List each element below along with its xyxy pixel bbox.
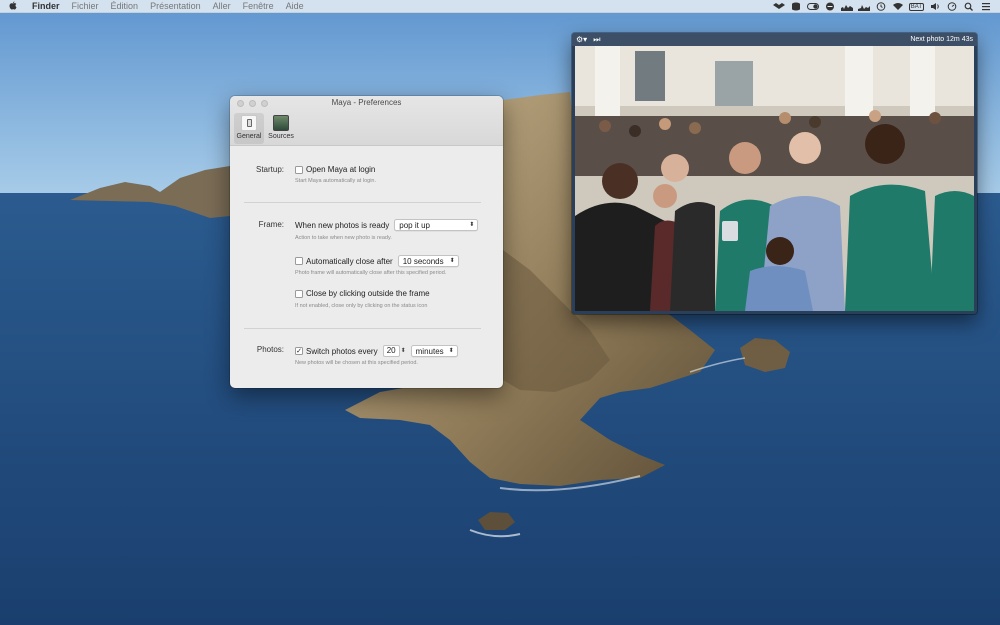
toggle-icon[interactable] xyxy=(806,2,819,11)
click-outside-help: If not enabled, close only by clicking o… xyxy=(295,303,428,309)
switch-photos-label: Switch photos every xyxy=(306,346,378,356)
apple-logo-icon[interactable] xyxy=(0,1,26,12)
auto-close-popup[interactable]: 10 seconds ⬍ xyxy=(397,255,459,267)
tab-sources[interactable]: Sources xyxy=(266,113,296,144)
interval-unit-value: minutes xyxy=(415,346,444,356)
tab-general-label: General xyxy=(236,133,262,140)
switch-photos-row: ✓ Switch photos every 20 ⬍ minutes ⬍ xyxy=(295,345,458,357)
new-photos-popup[interactable]: pop it up ⬍ xyxy=(394,219,479,231)
click-outside-row[interactable]: Close by clicking outside the frame xyxy=(295,289,430,298)
photo-toolbar: ⚙▾ ⏭ Next photo 12m 43s xyxy=(572,33,977,46)
new-photos-value: pop it up xyxy=(399,220,430,230)
open-login-row[interactable]: Open Maya at login xyxy=(295,165,375,174)
divider xyxy=(244,328,481,329)
prefs-body: Startup: Open Maya at login Start Maya a… xyxy=(230,146,503,388)
auto-close-help: Photo frame will automatically close aft… xyxy=(295,270,447,276)
menu-app-finder[interactable]: Finder xyxy=(26,0,66,13)
prefs-toolbar: General Sources xyxy=(234,113,296,144)
open-login-checkbox[interactable] xyxy=(295,165,303,174)
keyboard-icon[interactable] xyxy=(824,2,836,11)
click-outside-label: Close by clicking outside the frame xyxy=(306,289,430,298)
photo-image[interactable] xyxy=(575,46,974,311)
auto-close-label: Automatically close after xyxy=(306,256,393,266)
chevron-updown-icon: ⬍ xyxy=(448,348,454,354)
battery-label: BAT xyxy=(908,2,924,11)
fast-forward-icon[interactable]: ⏭ xyxy=(593,35,600,45)
new-photos-label: When new photos is ready xyxy=(295,220,390,230)
window-title: Maya - Preferences xyxy=(331,98,402,107)
open-login-label: Open Maya at login xyxy=(306,165,376,174)
interval-stepper[interactable]: 20 ⬍ xyxy=(382,345,406,357)
frame-label: Frame: xyxy=(258,220,284,229)
tab-general[interactable]: General xyxy=(234,113,264,144)
menu-bar: Finder Fichier Édition Présentation Alle… xyxy=(0,0,1000,13)
switch-photos-help: New photos will be chosen at this specif… xyxy=(295,360,418,366)
volume-icon[interactable] xyxy=(929,2,941,11)
auto-close-checkbox[interactable] xyxy=(295,257,303,265)
switch-photos-checkbox[interactable]: ✓ xyxy=(295,347,303,355)
open-login-help: Start Maya automatically at login. xyxy=(295,178,377,184)
divider xyxy=(244,202,481,203)
photo-frame-window: ⚙▾ ⏭ Next photo 12m 43s xyxy=(572,33,977,314)
tab-sources-label: Sources xyxy=(268,133,294,140)
dropbox-icon[interactable] xyxy=(772,2,785,11)
chevron-updown-icon: ⬍ xyxy=(469,222,475,228)
menu-edition[interactable]: Édition xyxy=(105,0,145,13)
gear-icon[interactable]: ⚙▾ xyxy=(576,35,587,44)
interval-unit-popup[interactable]: minutes ⬍ xyxy=(410,345,458,357)
stack-icon[interactable] xyxy=(790,2,802,11)
wifi-icon[interactable] xyxy=(892,2,904,11)
menu-aller[interactable]: Aller xyxy=(207,0,237,13)
sources-photo-icon xyxy=(273,115,289,131)
menu-fenetre[interactable]: Fenêtre xyxy=(237,0,280,13)
cpu-graph-icon[interactable] xyxy=(840,2,853,11)
menu-fichier[interactable]: Fichier xyxy=(66,0,105,13)
next-photo-countdown: Next photo 12m 43s xyxy=(910,36,973,43)
window-titlebar[interactable]: Maya - Preferences General Sources xyxy=(230,96,503,146)
new-photos-row: When new photos is ready pop it up ⬍ xyxy=(295,219,479,231)
menu-presentation[interactable]: Présentation xyxy=(144,0,207,13)
preferences-window: Maya - Preferences General Sources Start… xyxy=(230,96,503,388)
startup-label: Startup: xyxy=(255,165,284,174)
search-icon[interactable] xyxy=(963,2,975,11)
time-machine-icon[interactable] xyxy=(875,1,887,11)
menu-list-icon[interactable] xyxy=(980,2,992,11)
menu-aide[interactable]: Aide xyxy=(280,0,310,13)
auto-close-value: 10 seconds xyxy=(402,256,444,266)
stepper-arrows-icon[interactable]: ⬍ xyxy=(401,348,406,354)
new-photos-help: Action to take when new photo is ready. xyxy=(295,235,392,241)
general-switch-icon xyxy=(241,115,257,131)
click-outside-checkbox[interactable] xyxy=(295,289,303,298)
chevron-updown-icon: ⬍ xyxy=(449,258,455,264)
network-graph-icon[interactable] xyxy=(857,2,870,11)
battery-icon[interactable]: BAT xyxy=(908,0,924,14)
timer-icon[interactable] xyxy=(946,1,958,11)
auto-close-row: Automatically close after 10 seconds ⬍ xyxy=(295,255,459,267)
interval-value[interactable]: 20 xyxy=(382,345,400,357)
photos-label: Photos: xyxy=(256,345,284,354)
